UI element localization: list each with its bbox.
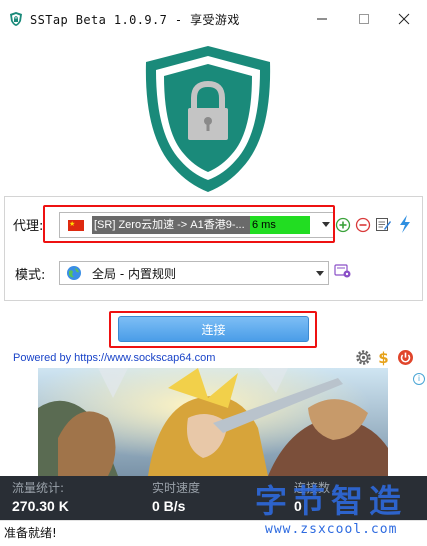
traffic-label: 流量统计: — [12, 481, 65, 495]
traffic-value: 270.30 K — [12, 498, 69, 514]
mode-dropdown[interactable]: 全局 - 内置规则 — [59, 261, 329, 285]
maximize-button[interactable] — [348, 6, 380, 32]
status-text: 准备就绪! — [4, 526, 57, 540]
lock-shield-icon — [145, 46, 271, 192]
add-icon[interactable] — [335, 217, 351, 233]
stats-bar: 流量统计: 270.30 K 实时速度 0 B/s 连接数 0 — [0, 476, 427, 520]
chevron-down-icon — [316, 271, 324, 276]
ad-info-icon[interactable]: i — [413, 373, 425, 385]
speed-stat: 实时速度 0 B/s — [152, 479, 200, 514]
mode-value: 全局 - 内置规则 — [92, 267, 176, 281]
close-button[interactable] — [388, 6, 420, 32]
gear-icon[interactable] — [355, 349, 372, 366]
dollar-icon[interactable]: $ — [375, 349, 392, 366]
svg-text:$: $ — [378, 349, 388, 366]
speed-label: 实时速度 — [152, 481, 201, 495]
title-bar: SSTap Beta 1.0.9.7 - 享受游戏 — [0, 0, 427, 38]
connections-stat: 连接数 0 — [294, 479, 330, 514]
connections-label: 连接数 — [294, 481, 331, 495]
logo-area — [0, 38, 427, 194]
mode-settings-icon[interactable] — [334, 263, 352, 279]
maximize-icon — [359, 14, 369, 24]
minimize-icon — [317, 18, 327, 20]
proxy-label: 代理: — [13, 219, 44, 234]
power-icon[interactable] — [397, 349, 414, 366]
settings-panel: 代理: ★ [SR] Zero云加速 -> A1香港9-... 6 ms 模式:… — [4, 196, 423, 301]
speed-value: 0 B/s — [152, 498, 186, 514]
mode-label: 模式: — [15, 268, 46, 283]
window-title: SSTap Beta 1.0.9.7 - 享受游戏 — [30, 13, 240, 27]
powered-by-link[interactable]: Powered by https://www.sockscap64.com — [13, 352, 215, 364]
traffic-stat: 流量统计: 270.30 K — [12, 479, 69, 514]
connections-value: 0 — [294, 498, 302, 514]
app-shield-icon — [10, 12, 22, 26]
close-icon — [398, 13, 410, 25]
game-artwork-image[interactable] — [38, 368, 388, 476]
flash-icon[interactable] — [397, 214, 413, 234]
edit-icon[interactable] — [375, 216, 391, 232]
remove-icon[interactable] — [355, 217, 371, 233]
connect-button[interactable]: 连接 — [118, 316, 309, 342]
globe-icon — [67, 266, 81, 280]
minimize-button[interactable] — [306, 6, 338, 32]
status-divider — [0, 520, 427, 521]
proxy-highlight-box — [43, 205, 335, 243]
